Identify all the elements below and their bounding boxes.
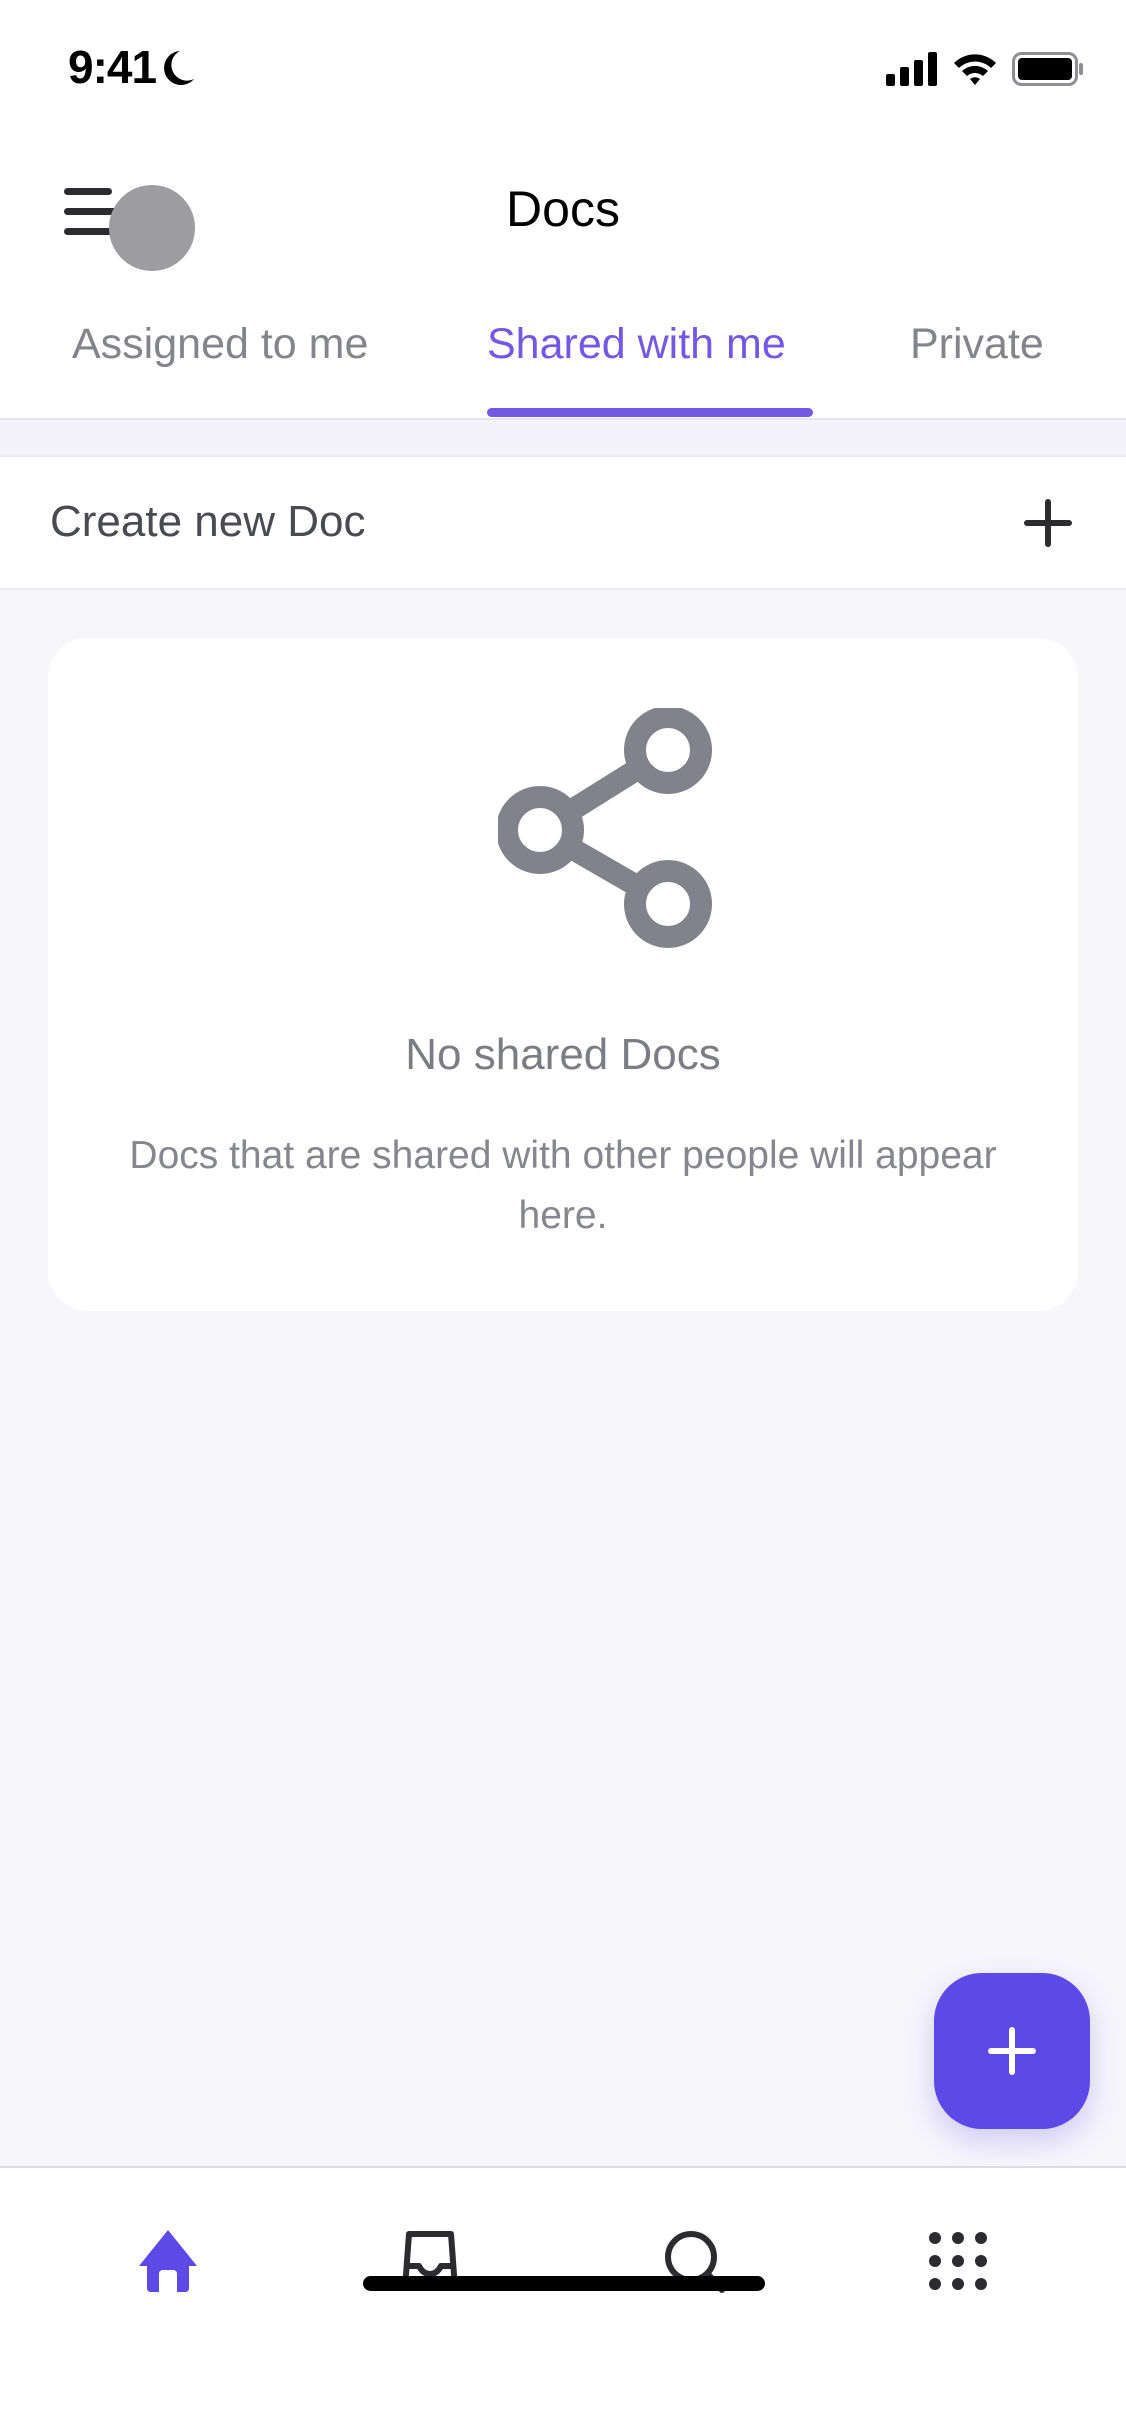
empty-state-card: No shared Docs Docs that are shared with… [48, 638, 1078, 1311]
status-time: 9:41 [68, 40, 196, 94]
section-divider [0, 420, 1126, 457]
status-time-text: 9:41 [68, 41, 157, 93]
empty-state-title: No shared Docs [405, 1030, 721, 1079]
bottom-tab-bar [0, 2166, 1126, 2436]
tab-bar-top: Assigned to me Shared with me Private [0, 320, 1126, 420]
active-tab-indicator [487, 408, 813, 417]
tabbar-search[interactable] [650, 2216, 740, 2306]
tabbar-home[interactable] [123, 2216, 213, 2306]
cellular-signal-icon [886, 52, 937, 86]
home-icon [139, 2230, 197, 2292]
empty-state-description: Docs that are shared with other people w… [129, 1134, 997, 1237]
floating-add-button[interactable] [934, 1973, 1090, 2129]
header: Docs Assigned to me Shared with me Priva… [0, 140, 1126, 420]
status-icons [886, 52, 1084, 86]
plus-icon[interactable] [1020, 495, 1076, 551]
share-icon [498, 708, 712, 948]
plus-icon [988, 2027, 1036, 2075]
tab-private[interactable]: Private [910, 320, 1044, 369]
tabbar-inbox[interactable] [385, 2216, 475, 2306]
battery-icon [1012, 52, 1083, 86]
status-bar: 9:41 [0, 0, 1126, 140]
create-new-doc-row[interactable]: Create new Doc [0, 457, 1126, 590]
tabbar-more[interactable] [913, 2216, 1003, 2306]
wifi-icon [954, 54, 996, 85]
grid-dots-icon [929, 2232, 987, 2290]
tab-shared-with-me[interactable]: Shared with me [487, 320, 786, 369]
page-title: Docs [506, 181, 620, 237]
home-indicator[interactable] [363, 2276, 765, 2291]
moon-icon [164, 51, 195, 85]
create-new-doc-label: Create new Doc [50, 497, 366, 546]
tab-assigned-to-me[interactable]: Assigned to me [72, 320, 368, 369]
